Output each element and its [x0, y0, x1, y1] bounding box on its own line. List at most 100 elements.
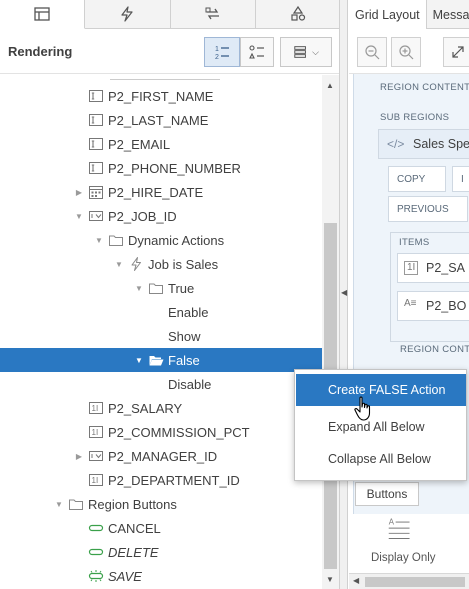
display-only-component[interactable]: A Display Only	[357, 514, 447, 572]
scroll-down-icon[interactable]: ▼	[326, 575, 334, 584]
collapsed-toggle-icon[interactable]: ▶	[74, 451, 84, 461]
tree-node[interactable]: ▼ P2_JOB_ID	[0, 204, 322, 228]
tree-view-button[interactable]: 12	[204, 37, 240, 67]
tree-node[interactable]: SAVE	[0, 564, 322, 588]
expanded-toggle-icon[interactable]: ▼	[134, 355, 144, 365]
svg-text:2: 2	[215, 54, 219, 61]
expand-icon	[452, 46, 464, 58]
svg-text:1I: 1I	[92, 404, 99, 413]
tree-node[interactable]: P2_FIRST_NAME	[0, 84, 322, 108]
collapse-left-icon[interactable]: ◀	[341, 288, 347, 297]
expand-button[interactable]	[443, 37, 469, 67]
palette-scrollbar[interactable]: ◀	[349, 573, 469, 589]
tree-node[interactable]: ▼ False	[0, 348, 322, 372]
create-false-action-menu-item[interactable]: Create FALSE Action	[296, 374, 466, 406]
tab-dynamic-actions[interactable]	[85, 0, 171, 28]
tree-node[interactable]: ▼ Dynamic Actions	[0, 228, 322, 252]
item-bonus-label: P2_BO	[426, 299, 467, 313]
tree-node[interactable]: ▼ Job is Sales	[0, 252, 322, 276]
clipped-tree-node	[110, 75, 220, 80]
folder-icon	[68, 496, 84, 512]
expanded-toggle-icon[interactable]: ▼	[74, 211, 84, 221]
collapse-all-below-menu-item[interactable]: Collapse All Below	[296, 443, 466, 475]
position-slot-edge: I	[461, 173, 464, 185]
expanded-toggle-icon[interactable]: ▼	[94, 235, 104, 245]
tree-node[interactable]: ▼ True	[0, 276, 322, 300]
expanded-toggle-icon[interactable]: ▼	[54, 499, 64, 509]
position-slot[interactable]: I	[452, 166, 469, 192]
tree-node[interactable]: Disable	[0, 372, 322, 396]
component-view-button[interactable]	[240, 37, 274, 67]
expanded-toggle-icon[interactable]: ▼	[114, 259, 124, 269]
tree-node-label: P2_HIRE_DATE	[108, 185, 204, 200]
chevron-down-icon: ⌵	[312, 46, 319, 57]
buttons-palette-button[interactable]: Buttons	[355, 482, 419, 506]
rendering-panel: Rendering 12 ⌵ P2_FIRST_NAME P2_LAST_NAME…	[0, 0, 340, 589]
previous-slot[interactable]: PREVIOUS	[388, 196, 468, 222]
tree-node-label: P2_DEPARTMENT_ID	[108, 473, 240, 488]
zoom-in-button[interactable]	[391, 37, 421, 67]
button-icon	[88, 544, 104, 560]
folder-icon	[108, 232, 124, 248]
sales-region-box[interactable]: </> Sales Spe	[378, 129, 469, 159]
tree-node-label: False	[168, 353, 200, 368]
tree-node-label: DELETE	[108, 545, 159, 560]
tree-node[interactable]: 1I P2_DEPARTMENT_ID	[0, 468, 322, 492]
tree-node[interactable]: 1I P2_COMMISSION_PCT	[0, 420, 322, 444]
tab-processing[interactable]	[171, 0, 256, 28]
scroll-left-icon[interactable]: ◀	[353, 576, 359, 585]
tree-node-label: P2_JOB_ID	[108, 209, 177, 224]
expand-all-below-menu-item[interactable]: Expand All Below	[296, 411, 466, 443]
item-text-icon	[88, 136, 104, 152]
right-panel-tabs: Grid Layout Messa	[349, 0, 469, 29]
tree-node[interactable]: P2_PHONE_NUMBER	[0, 156, 322, 180]
hand-cursor-icon	[354, 396, 371, 421]
component-list-icon	[249, 45, 264, 59]
copy-slot[interactable]: COPY	[388, 166, 446, 192]
tree-node[interactable]: ▼ Region Buttons	[0, 492, 322, 516]
items-label: ITEMS	[399, 237, 430, 248]
tree-node-label: P2_MANAGER_ID	[108, 449, 218, 464]
tree-scrollbar[interactable]: ▲ ▼	[322, 75, 339, 589]
tree-node[interactable]: Show	[0, 324, 322, 348]
item-text-icon	[88, 112, 104, 128]
display-only-icon: A	[388, 518, 410, 540]
tree-node[interactable]: DELETE	[0, 540, 322, 564]
tree-node[interactable]: P2_EMAIL	[0, 132, 322, 156]
region-content-label: REGION CONTENT	[380, 82, 469, 93]
item-bonus-box[interactable]: A≡ P2_BO	[397, 291, 469, 321]
item-number-icon: 1I	[88, 424, 104, 440]
view-menu-button[interactable]: ⌵	[280, 37, 332, 67]
tree-node-label: Disable	[168, 377, 212, 392]
panel-splitter[interactable]: ◀	[340, 0, 348, 589]
tab-grid-layout[interactable]: Grid Layout	[349, 0, 427, 29]
tab-shared-components[interactable]	[256, 0, 339, 28]
context-menu: Create FALSE Action Expand All Below Col…	[294, 369, 467, 481]
tree-node[interactable]: ▶ P2_HIRE_DATE	[0, 180, 322, 204]
zoom-out-button[interactable]	[357, 37, 387, 67]
tree-node[interactable]: CANCEL	[0, 516, 322, 540]
tree-node-label: True	[168, 281, 195, 296]
button-icon	[88, 520, 104, 536]
tree-node[interactable]: Enable	[0, 300, 322, 324]
svg-text:1I: 1I	[92, 476, 99, 485]
layout-panel: Grid Layout Messa REGION CONTENT SUB REG…	[349, 0, 469, 589]
sub-regions-label: SUB REGIONS	[380, 112, 450, 123]
tree-node-label: CANCEL	[108, 521, 161, 536]
tree-node-label: P2_COMMISSION_PCT	[108, 425, 250, 440]
scroll-up-icon[interactable]: ▲	[326, 81, 334, 90]
tab-messages[interactable]: Messa	[427, 0, 469, 29]
item-salary-box[interactable]: 1I P2_SA	[397, 253, 469, 283]
tree-node-label: P2_SALARY	[108, 401, 183, 416]
tab-rendering[interactable]	[0, 0, 86, 29]
tree-node[interactable]: 1I P2_SALARY	[0, 396, 322, 420]
zoom-out-icon	[365, 45, 380, 60]
expanded-toggle-icon[interactable]: ▼	[134, 283, 144, 293]
tree-node[interactable]: ▶ P2_MANAGER_ID	[0, 444, 322, 468]
tree-node[interactable]: P2_LAST_NAME	[0, 108, 322, 132]
code-icon: </>	[387, 137, 405, 151]
palette-scroll-thumb[interactable]	[365, 577, 465, 587]
collapsed-toggle-icon[interactable]: ▶	[74, 187, 84, 197]
sales-region-label: Sales Spe	[413, 137, 469, 151]
item-number-icon: 1I	[88, 472, 104, 488]
